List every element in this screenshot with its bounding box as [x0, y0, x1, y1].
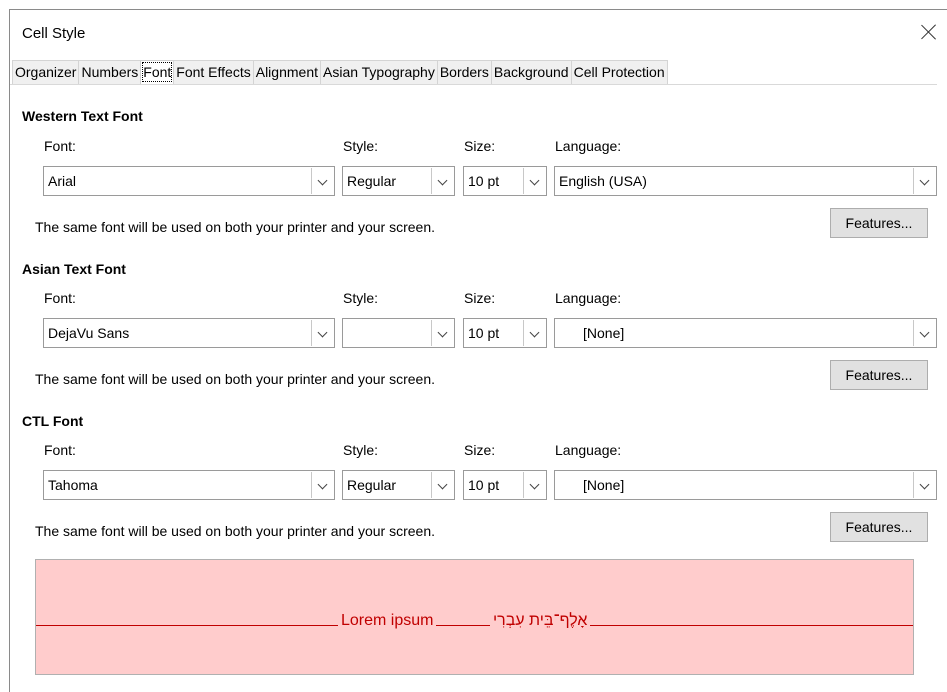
- chevron-down-icon[interactable]: [913, 320, 935, 346]
- tab-cell-protection[interactable]: Cell Protection: [570, 60, 668, 84]
- ctl-size-value: 10 pt: [468, 477, 500, 493]
- western-language-combo[interactable]: English (USA): [554, 166, 937, 196]
- font-preview: Lorem ipsum אָלֶף־בֵּית עִבְרִי: [35, 559, 914, 675]
- ctl-note: The same font will be used on both your …: [35, 523, 435, 539]
- western-style-label: Style:: [343, 138, 379, 154]
- dialog-title: Cell Style: [22, 25, 86, 42]
- asian-font-combo[interactable]: DejaVu Sans: [43, 318, 335, 348]
- chevron-down-icon[interactable]: [523, 320, 545, 346]
- tab-bar: Organizer Numbers Font Font Effects Alig…: [12, 60, 668, 84]
- preview-ctl-text: אָלֶף־בֵּית עִבְרִי: [490, 612, 591, 630]
- tab-font[interactable]: Font: [140, 60, 175, 84]
- tab-background[interactable]: Background: [490, 60, 572, 84]
- ctl-font-value: Tahoma: [48, 477, 98, 493]
- asian-note: The same font will be used on both your …: [35, 371, 435, 387]
- asian-size-combo[interactable]: 10 pt: [463, 318, 547, 348]
- chevron-down-icon[interactable]: [523, 472, 545, 498]
- chevron-down-icon[interactable]: [913, 472, 935, 498]
- tab-borders[interactable]: Borders: [436, 60, 492, 84]
- chevron-down-icon[interactable]: [913, 168, 935, 194]
- chevron-down-icon[interactable]: [311, 472, 333, 498]
- western-font-label: Font:: [44, 138, 76, 154]
- chevron-down-icon[interactable]: [431, 472, 453, 498]
- chevron-down-icon[interactable]: [431, 168, 453, 194]
- ctl-style-label: Style:: [343, 442, 379, 458]
- western-style-value: Regular: [347, 173, 397, 189]
- tab-divider: [10, 84, 937, 85]
- ctl-language-combo[interactable]: [None]: [554, 470, 937, 500]
- ctl-language-value: [None]: [583, 477, 625, 493]
- western-size-label: Size:: [464, 138, 496, 154]
- ctl-font-combo[interactable]: Tahoma: [43, 470, 335, 500]
- tab-asian-typography[interactable]: Asian Typography: [320, 60, 438, 84]
- ctl-heading: CTL Font: [22, 413, 84, 429]
- chevron-down-icon[interactable]: [311, 168, 333, 194]
- asian-size-label: Size:: [464, 290, 496, 306]
- western-features-button[interactable]: Features...: [830, 208, 928, 238]
- tab-font-effects[interactable]: Font Effects: [173, 60, 254, 84]
- asian-style-label: Style:: [343, 290, 379, 306]
- western-heading: Western Text Font: [22, 108, 143, 124]
- tab-numbers[interactable]: Numbers: [78, 60, 142, 84]
- asian-size-value: 10 pt: [468, 325, 500, 341]
- ctl-font-label: Font:: [44, 442, 76, 458]
- title-bar: Cell Style: [10, 10, 947, 58]
- asian-style-combo[interactable]: [342, 318, 455, 348]
- asian-language-value: [None]: [583, 325, 625, 341]
- western-note: The same font will be used on both your …: [35, 219, 435, 235]
- asian-heading: Asian Text Font: [22, 261, 126, 277]
- western-language-label: Language:: [555, 138, 622, 154]
- chevron-down-icon[interactable]: [523, 168, 545, 194]
- chevron-down-icon[interactable]: [431, 320, 453, 346]
- preview-western-text: Lorem ipsum: [338, 612, 437, 630]
- tab-organizer[interactable]: Organizer: [12, 60, 80, 84]
- close-icon[interactable]: [919, 22, 939, 42]
- asian-language-combo[interactable]: [None]: [554, 318, 937, 348]
- asian-font-label: Font:: [44, 290, 76, 306]
- ctl-features-button[interactable]: Features...: [830, 512, 928, 542]
- chevron-down-icon[interactable]: [311, 320, 333, 346]
- western-size-value: 10 pt: [468, 173, 500, 189]
- western-font-value: Arial: [48, 173, 77, 189]
- ctl-size-combo[interactable]: 10 pt: [463, 470, 547, 500]
- tab-alignment[interactable]: Alignment: [252, 60, 321, 84]
- western-language-value: English (USA): [559, 173, 647, 189]
- ctl-language-label: Language:: [555, 442, 622, 458]
- preview-baseline: [36, 625, 913, 626]
- asian-font-value: DejaVu Sans: [48, 325, 130, 341]
- western-size-combo[interactable]: 10 pt: [463, 166, 547, 196]
- ctl-style-value: Regular: [347, 477, 397, 493]
- western-style-combo[interactable]: Regular: [342, 166, 455, 196]
- asian-features-button[interactable]: Features...: [830, 360, 928, 390]
- asian-language-label: Language:: [555, 290, 622, 306]
- ctl-size-label: Size:: [464, 442, 496, 458]
- western-font-combo[interactable]: Arial: [43, 166, 335, 196]
- ctl-style-combo[interactable]: Regular: [342, 470, 455, 500]
